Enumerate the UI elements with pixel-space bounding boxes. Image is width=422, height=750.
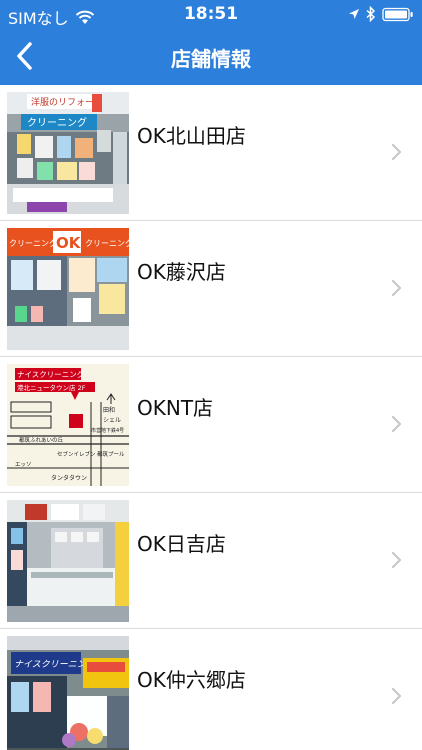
thumb-text: 田和: [103, 406, 115, 414]
thumb-text: ナイスクリーニング: [17, 369, 85, 379]
battery-icon: [382, 7, 413, 21]
navigation-bar: 店舗情報: [0, 30, 422, 85]
thumb-text: OK: [56, 234, 82, 252]
store-photo: ナイスクリーニング: [7, 636, 129, 750]
page-title: 店舗情報: [171, 47, 251, 71]
chevron-right-icon: [391, 143, 402, 161]
status-bar: SIMなし 18:51: [0, 0, 422, 30]
status-right: [348, 6, 414, 22]
store-photo: [7, 500, 129, 622]
thumb-text: タンタタウン: [51, 474, 87, 482]
thumb-text: 市営地下鉄4号: [91, 427, 124, 434]
store-photo: クリーニング OK クリーニング: [7, 228, 129, 350]
thumb-text: シェル: [103, 417, 121, 424]
store-name: OK日吉店: [137, 532, 226, 556]
thumb-text: 都筑プール: [97, 450, 125, 458]
thumb-text: クリーニング: [27, 116, 87, 129]
chevron-right-icon: [391, 687, 402, 705]
chevron-right-icon: [391, 415, 402, 433]
store-name: OK北山田店: [137, 124, 246, 148]
chevron-right-icon: [391, 551, 402, 569]
store-row-hiyoshi[interactable]: OK日吉店: [0, 493, 422, 629]
thumb-text: 港北ニュータウン店 2F: [17, 383, 86, 392]
thumb-text: 洋服のリフォーム: [31, 96, 103, 108]
store-name: OKNT店: [137, 396, 214, 420]
thumb-text: 都筑ふれあいの丘: [19, 436, 64, 444]
store-photo: 洋服のリフォーム クリーニング: [7, 92, 129, 214]
store-map: ナイスクリーニング 港北ニュータウン店 2F 田和 シェル 市営地下鉄4号 都筑…: [7, 364, 129, 486]
store-row-nakarokugo[interactable]: ナイスクリーニング OK仲六郷店: [0, 629, 422, 750]
store-row-fujisawa[interactable]: クリーニング OK クリーニング OK藤沢店: [0, 221, 422, 357]
store-name: OK仲六郷店: [137, 668, 246, 692]
thumb-text: エッソ: [15, 461, 32, 468]
thumb-text: セブンイレブン: [57, 450, 96, 458]
store-row-nt[interactable]: ナイスクリーニング 港北ニュータウン店 2F 田和 シェル 市営地下鉄4号 都筑…: [0, 357, 422, 493]
bluetooth-icon: [366, 6, 376, 22]
store-name: OK藤沢店: [137, 260, 226, 284]
location-arrow-icon: [349, 9, 359, 19]
thumb-text: クリーニング: [85, 238, 129, 248]
thumb-text: クリーニング: [9, 238, 57, 248]
chevron-right-icon: [391, 279, 402, 297]
app-header: SIMなし 18:51 店舗情報: [0, 0, 422, 85]
store-row-kitayamata[interactable]: 洋服のリフォーム クリーニング OK北山田店: [0, 85, 422, 221]
store-list: 洋服のリフォーム クリーニング OK北山田店 クリーニング OK クリーニング …: [0, 85, 422, 750]
